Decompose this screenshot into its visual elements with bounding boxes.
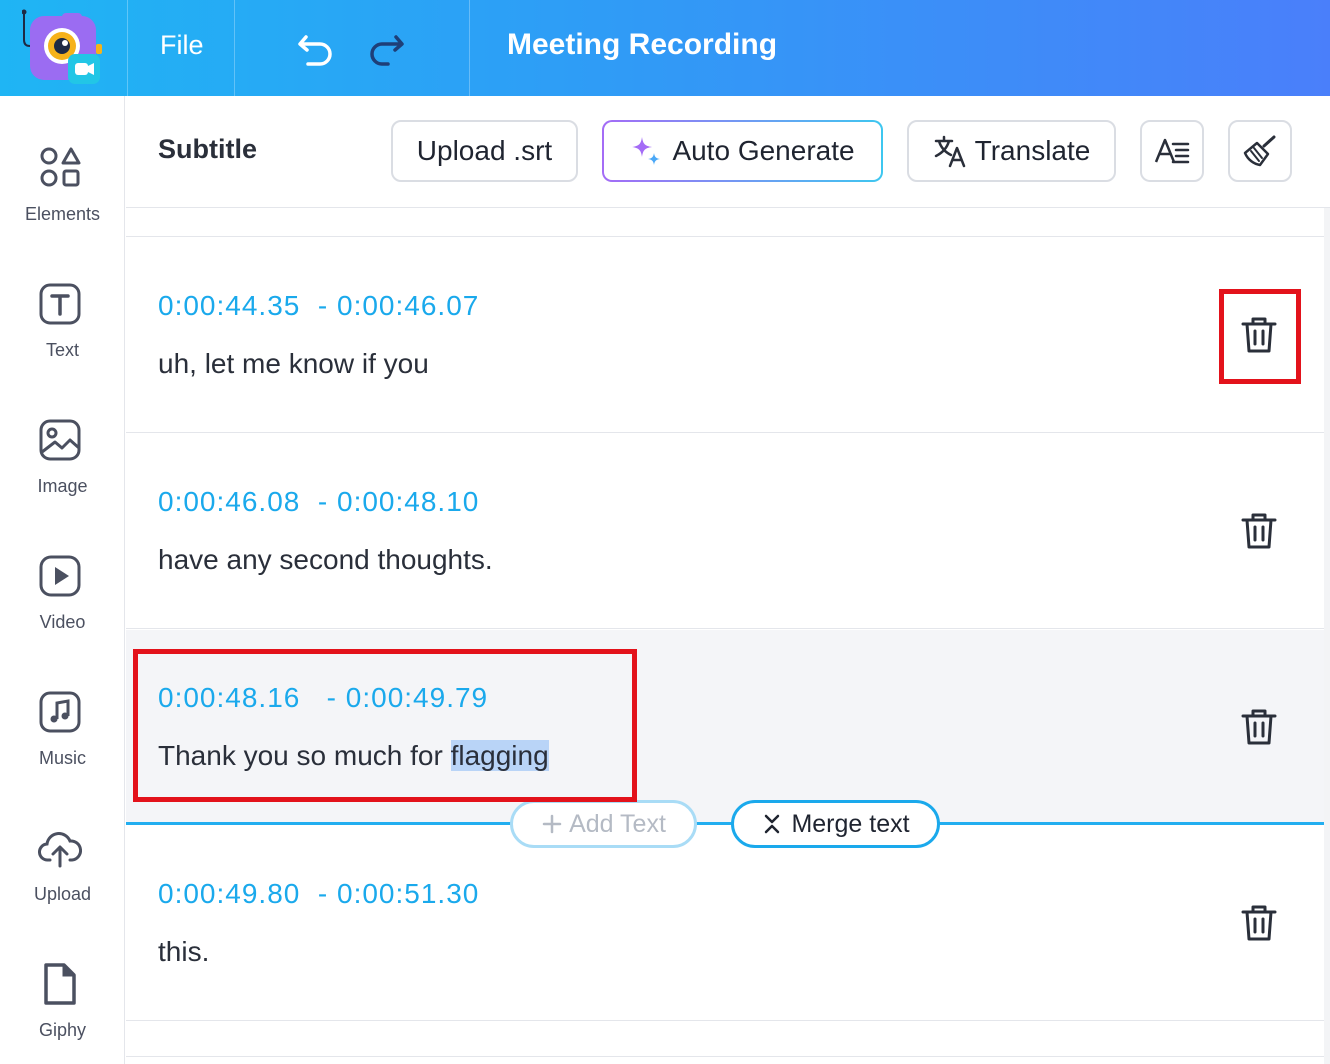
sidebar-item-giphy[interactable]: Giphy (0, 962, 125, 1064)
translate-icon (934, 135, 965, 168)
sidebar-item-image[interactable]: Image (0, 418, 125, 528)
annotation-box-trash (1219, 289, 1301, 384)
auto-generate-button[interactable]: Auto Generate (602, 120, 883, 182)
sparkle-icon (632, 137, 661, 165)
add-text-button[interactable]: Add Text (510, 800, 697, 848)
auto-generate-label: Auto Generate (672, 135, 855, 166)
divider (126, 432, 1324, 433)
divider (126, 236, 1324, 237)
subtitle-entry[interactable]: 0:00:44.35 - 0:00:46.07 uh, let me know … (126, 238, 1324, 433)
sidebar-item-text[interactable]: Text (0, 282, 125, 392)
upload-srt-button[interactable]: Upload .srt (391, 120, 578, 182)
subtitle-entry[interactable]: 0:00:46.08 - 0:00:48.10 have any second … (126, 434, 1324, 629)
subtitle-time-range[interactable]: 0:00:49.80 - 0:00:51.30 (158, 878, 479, 910)
subtitle-text[interactable]: have any second thoughts. (158, 544, 493, 576)
undo-arrow-icon[interactable] (296, 28, 336, 68)
merge-text-label: Merge text (791, 809, 910, 838)
text-style-button[interactable] (1140, 120, 1204, 182)
divider (126, 1056, 1324, 1057)
file-icon (44, 963, 76, 1005)
clear-format-button[interactable] (1228, 120, 1292, 182)
translate-button[interactable]: Translate (907, 120, 1116, 182)
sidebar-item-elements[interactable]: Elements (0, 146, 125, 256)
subtitle-time-range[interactable]: 0:00:44.35 - 0:00:46.07 (158, 290, 479, 322)
subtitle-list: 0:00:44.35 - 0:00:46.07 uh, let me know … (126, 208, 1324, 1064)
add-text-label: Add Text (569, 809, 666, 838)
play-icon (39, 555, 81, 597)
upload-srt-label: Upload .srt (416, 135, 553, 166)
text-style-icon (1154, 138, 1190, 164)
translate-label: Translate (974, 135, 1091, 166)
divider (126, 628, 1324, 629)
subtitle-entry[interactable]: 0:00:49.80 - 0:00:51.30 this. (126, 826, 1324, 1021)
subtitle-time-range[interactable]: 0:00:46.08 - 0:00:48.10 (158, 486, 479, 518)
trash-icon[interactable] (1238, 510, 1280, 552)
subtitle-toolbar: Subtitle Upload .srt Auto Generate Trans… (126, 96, 1330, 208)
scrollbar[interactable] (1324, 208, 1330, 1064)
camera-app-logo-icon[interactable] (22, 8, 104, 88)
sidebar-item-upload[interactable]: Upload (0, 826, 125, 936)
broom-icon (1243, 135, 1276, 167)
music-note-icon (39, 691, 81, 733)
plus-icon (542, 814, 562, 834)
sidebar-item-label: Elements (24, 204, 101, 224)
text-box-icon (39, 283, 81, 325)
header-divider (127, 0, 128, 96)
header-divider (469, 0, 470, 96)
subtitle-text[interactable]: uh, let me know if you (158, 348, 429, 380)
sidebar-item-label: Image (37, 476, 88, 496)
trash-icon[interactable] (1238, 706, 1280, 748)
file-menu-button[interactable]: File (160, 30, 204, 61)
sidebar-item-label: Music (38, 748, 86, 768)
sidebar-item-label: Video (39, 612, 86, 632)
insert-line (126, 822, 1324, 825)
sidebar-item-music[interactable]: Music (0, 690, 125, 800)
annotation-box-subtitle (133, 649, 637, 802)
sidebar-item-label: Giphy (38, 1020, 87, 1040)
sidebar-item-video[interactable]: Video (0, 554, 125, 664)
merge-text-button[interactable]: Merge text (731, 800, 940, 848)
document-title[interactable]: Meeting Recording (507, 28, 777, 62)
merge-icon (765, 814, 780, 834)
top-bar: File Meeting Recording (0, 0, 1330, 96)
shapes-icon (40, 147, 81, 187)
divider (126, 1020, 1324, 1021)
sidebar-item-label: Text (45, 340, 79, 360)
cloud-upload-icon (38, 832, 82, 868)
sidebar-item-label: Upload (33, 884, 92, 904)
header-divider (234, 0, 235, 96)
trash-icon[interactable] (1238, 902, 1280, 944)
panel-title: Subtitle (158, 134, 257, 164)
subtitle-text[interactable]: this. (158, 936, 209, 968)
redo-arrow-icon[interactable] (366, 28, 406, 68)
left-sidebar: Elements Text Image Video Music Upload G… (0, 96, 125, 1064)
image-icon (39, 419, 81, 461)
